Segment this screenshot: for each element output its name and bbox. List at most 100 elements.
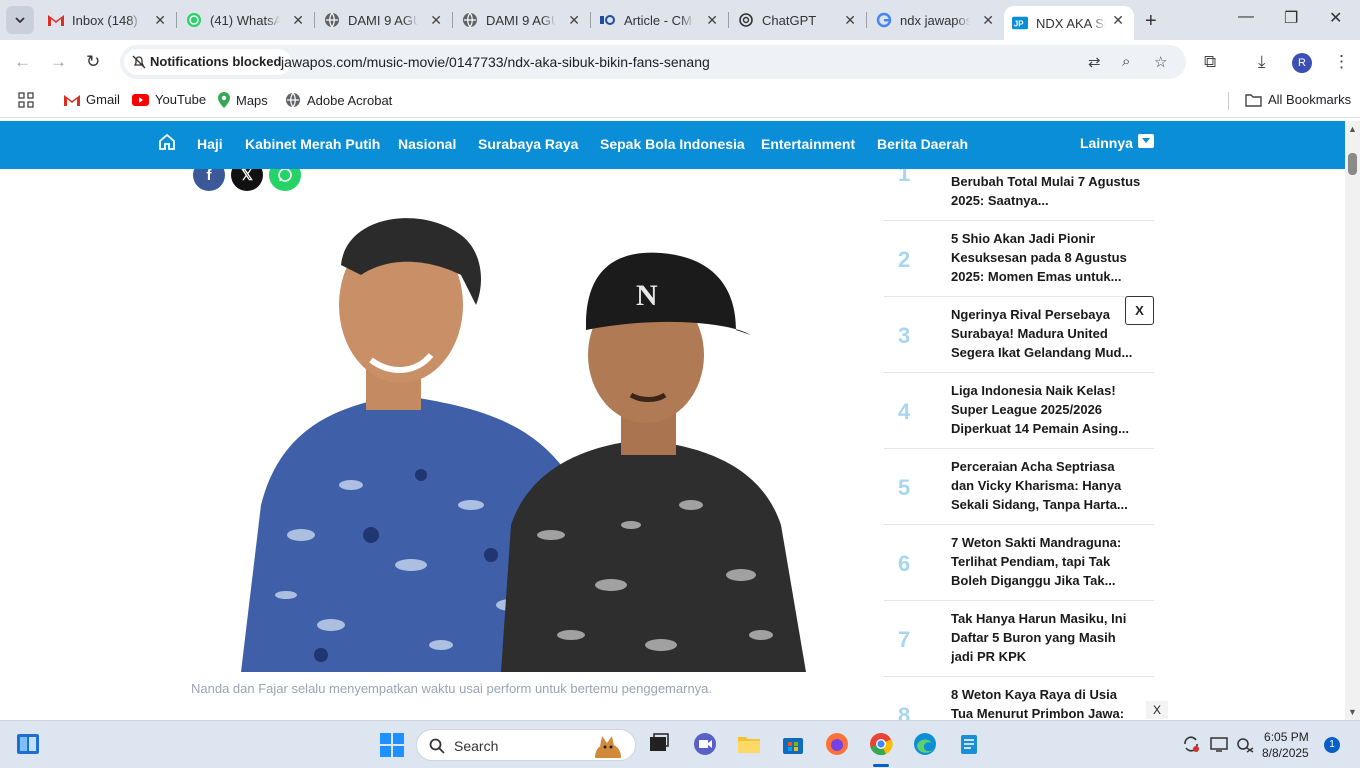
active-app-indicator	[873, 764, 889, 767]
nav-item-berita-daerah[interactable]: Berita Daerah	[877, 136, 968, 152]
bookmark-star-icon[interactable]: ☆	[1154, 53, 1167, 71]
nav-item-sepak-bola-indonesia[interactable]: Sepak Bola Indonesia	[600, 136, 745, 152]
scrollbar-thumb[interactable]	[1348, 153, 1357, 175]
rank-title: 8 Weton Kaya Raya di Usia Tua Menurut Pr…	[951, 687, 1125, 720]
task-view-icon[interactable]	[646, 731, 672, 757]
minimize-icon[interactable]: —	[1238, 8, 1254, 26]
notification-count-badge[interactable]: 1	[1324, 737, 1340, 753]
close-icon[interactable]: ✕	[1112, 12, 1124, 29]
chrome-icon[interactable]	[868, 731, 894, 757]
close-icon[interactable]: ✕	[982, 12, 994, 29]
scroll-down-icon[interactable]: ▼	[1348, 707, 1357, 717]
restore-icon[interactable]: ❐	[1284, 8, 1298, 28]
download-icon[interactable]: ⤓	[1258, 52, 1266, 72]
menu-icon[interactable]: ⋮	[1333, 52, 1350, 72]
list-item[interactable]: 1 Berubah Total Mulai 7 Agustus 2025: Sa…	[884, 169, 1154, 221]
tab-search-button[interactable]	[6, 6, 34, 34]
tab-dami-2[interactable]: DAMI 9 AGU ✕	[454, 0, 591, 40]
x-logo-icon: 𝕏	[240, 169, 254, 184]
network-status-icon[interactable]	[1236, 735, 1254, 753]
home-icon[interactable]	[158, 133, 176, 150]
reload-icon[interactable]: ↻	[86, 52, 100, 72]
list-item[interactable]: 5 Perceraian Acha Septriasa dan Vicky Kh…	[884, 449, 1154, 525]
nav-item-kabinet-merah-putih[interactable]: Kabinet Merah Putih	[245, 136, 380, 152]
edge-icon[interactable]	[912, 731, 938, 757]
x-share-button[interactable]: 𝕏	[231, 169, 263, 191]
apps-grid-icon[interactable]	[18, 92, 34, 108]
nav-item-surabaya-raya[interactable]: Surabaya Raya	[478, 136, 578, 152]
bookmark-maps[interactable]: Maps	[218, 92, 268, 108]
windows-start-icon[interactable]	[380, 733, 404, 757]
nav-more-button[interactable]: Lainnya	[1080, 135, 1133, 151]
bookmark-label: Maps	[236, 92, 268, 108]
bookmark-adobe-acrobat[interactable]: Adobe Acrobat	[285, 92, 392, 108]
nav-item-haji[interactable]: Haji	[197, 136, 223, 152]
microsoft-store-icon[interactable]	[780, 731, 806, 757]
rank-title: Berubah Total Mulai 7 Agustus 2025: Saat…	[951, 174, 1141, 208]
tab-separator	[866, 12, 867, 28]
all-bookmarks-button[interactable]: All Bookmarks	[1245, 92, 1351, 107]
close-icon[interactable]: ✕	[706, 12, 718, 29]
file-explorer-icon[interactable]	[736, 731, 762, 757]
search-icon	[429, 738, 445, 754]
meet-chat-icon[interactable]	[692, 731, 718, 757]
tab-cms[interactable]: Article - CMS ✕	[592, 0, 729, 40]
list-item[interactable]: 8 8 Weton Kaya Raya di Usia Tua Menurut …	[884, 677, 1154, 720]
close-icon[interactable]: ✕	[844, 12, 856, 29]
nav-item-entertainment[interactable]: Entertainment	[761, 136, 855, 152]
facebook-icon: f	[206, 169, 212, 184]
profile-avatar[interactable]: R	[1292, 53, 1312, 73]
tab-gmail[interactable]: Inbox (148) - ✕	[40, 0, 177, 40]
tab-title: ndx jawapos	[900, 12, 970, 28]
list-item[interactable]: 4 Liga Indonesia Naik Kelas! Super Leagu…	[884, 373, 1154, 449]
translate-icon[interactable]: ⇄	[1088, 53, 1101, 71]
close-icon[interactable]: ✕	[430, 12, 442, 29]
tab-google-search[interactable]: ndx jawapos ✕	[868, 0, 1004, 40]
bookmark-youtube[interactable]: YouTube	[132, 92, 206, 107]
close-ad-button[interactable]: X	[1125, 296, 1154, 325]
tab-ndx-article[interactable]: JP NDX AKA Sib ✕	[1004, 6, 1134, 40]
whatsapp-icon	[278, 169, 292, 182]
notepad-icon[interactable]	[956, 731, 982, 757]
close-icon[interactable]: ✕	[292, 12, 304, 29]
tab-title: NDX AKA Sib	[1036, 15, 1106, 31]
system-clock[interactable]: 6:05 PM 8/8/2025	[1262, 729, 1309, 761]
list-item[interactable]: 7 Tak Hanya Harun Masiku, Ini Daftar 5 B…	[884, 601, 1154, 677]
new-tab-button[interactable]: +	[1145, 10, 1157, 33]
nav-item-nasional[interactable]: Nasional	[398, 136, 456, 152]
list-item[interactable]: 2 5 Shio Akan Jadi Pionir Kesuksesan pad…	[884, 221, 1154, 297]
tab-whatsapp[interactable]: (41) WhatsA ✕	[178, 0, 315, 40]
rank-title: 7 Weton Sakti Mandraguna: Terlihat Pendi…	[951, 535, 1122, 588]
facebook-share-button[interactable]: f	[193, 169, 225, 191]
close-icon[interactable]: ✕	[568, 12, 580, 29]
tab-title: ChatGPT	[762, 12, 817, 28]
bookmark-gmail[interactable]: Gmail	[64, 92, 120, 107]
tab-chatgpt[interactable]: ChatGPT ✕	[730, 0, 867, 40]
back-icon[interactable]: ←	[14, 52, 31, 72]
browser-toolbar: ← → ↻ Notifications blocked jawapos.com/…	[0, 40, 1360, 84]
notifications-blocked-chip[interactable]: Notifications blocked	[124, 49, 292, 75]
widgets-icon[interactable]	[16, 733, 40, 755]
tab-dami-1[interactable]: DAMI 9 AGU ✕	[316, 0, 453, 40]
caret-down-icon[interactable]	[1138, 134, 1154, 148]
address-bar[interactable]: Notifications blocked jawapos.com/music-…	[120, 45, 1186, 79]
url-text[interactable]: jawapos.com/music-movie/0147733/ndx-aka-…	[281, 54, 710, 70]
extensions-icon[interactable]: ⧉	[1204, 52, 1216, 72]
taskbar-search[interactable]: Search	[416, 729, 636, 761]
list-item[interactable]: 6 7 Weton Sakti Mandraguna: Terlihat Pen…	[884, 525, 1154, 601]
zoom-icon[interactable]: ⌕	[1122, 53, 1130, 70]
close-banner-button[interactable]: X	[1146, 701, 1168, 719]
whatsapp-share-button[interactable]	[269, 169, 301, 191]
clock-date: 8/8/2025	[1262, 746, 1309, 760]
sync-alert-icon[interactable]	[1182, 735, 1200, 753]
scroll-up-icon[interactable]: ▲	[1348, 124, 1357, 134]
globe-icon	[286, 92, 300, 108]
display-icon[interactable]	[1210, 735, 1228, 753]
firefox-icon[interactable]	[824, 731, 850, 757]
url-domain: jawapos.com	[281, 54, 363, 70]
page-scrollbar[interactable]: ▲ ▼	[1345, 121, 1360, 720]
forward-icon[interactable]: →	[50, 52, 67, 72]
close-icon[interactable]: ✕	[154, 12, 166, 29]
list-item[interactable]: 3 Ngerinya Rival Persebaya Surabaya! Mad…	[884, 297, 1154, 373]
window-close-icon[interactable]: ✕	[1329, 8, 1342, 28]
